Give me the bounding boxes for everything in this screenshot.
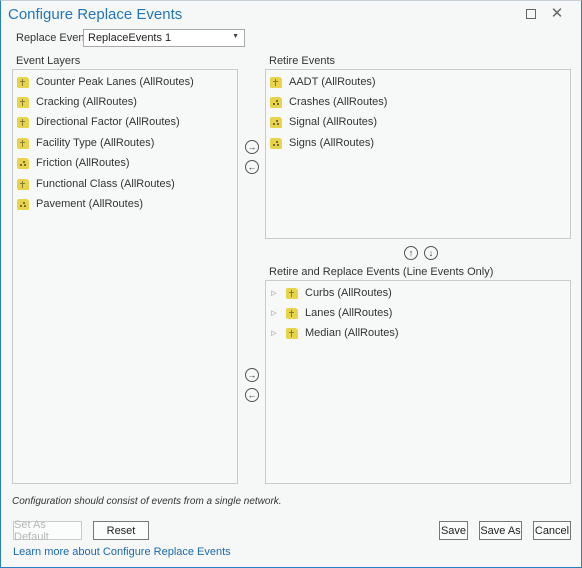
list-item-label: Lanes (AllRoutes) xyxy=(305,307,393,319)
list-item[interactable]: ▷ Curbs (AllRoutes) xyxy=(270,284,392,302)
list-item[interactable]: AADT (AllRoutes) xyxy=(270,73,376,91)
cancel-button[interactable]: Cancel xyxy=(533,521,571,540)
arrow-up-icon: ↑ xyxy=(408,247,414,258)
list-item[interactable]: Friction (AllRoutes) xyxy=(17,154,130,172)
list-item-label: Curbs (AllRoutes) xyxy=(305,287,392,299)
arrow-down-icon: ↓ xyxy=(428,247,434,258)
save-button[interactable]: Save xyxy=(439,521,468,540)
retire-replace-events-header: Retire and Replace Events (Line Events O… xyxy=(269,266,494,278)
list-item-label: Signal (AllRoutes) xyxy=(289,116,378,128)
reset-button[interactable]: Reset xyxy=(93,521,149,540)
list-item[interactable]: ▷ Lanes (AllRoutes) xyxy=(270,304,392,322)
replace-events-dropdown[interactable]: ReplaceEvents 1 ▼ xyxy=(83,29,245,47)
list-item-label: Facility Type (AllRoutes) xyxy=(36,137,155,149)
expand-triangle-icon[interactable]: ▷ xyxy=(270,309,278,317)
line-event-layer-icon xyxy=(17,137,29,149)
expand-triangle-icon[interactable]: ▷ xyxy=(270,289,278,297)
maximize-icon[interactable] xyxy=(523,6,539,22)
event-layers-list[interactable]: Counter Peak Lanes (AllRoutes) Cracking … xyxy=(12,69,238,484)
list-item[interactable]: Counter Peak Lanes (AllRoutes) xyxy=(17,73,194,91)
point-event-layer-icon xyxy=(270,137,282,149)
retire-events-list[interactable]: AADT (AllRoutes) Crashes (AllRoutes) Sig… xyxy=(265,69,571,239)
list-item[interactable]: Pavement (AllRoutes) xyxy=(17,195,143,213)
list-item[interactable]: Signs (AllRoutes) xyxy=(270,134,374,152)
replace-events-label: Replace Events xyxy=(16,32,94,44)
list-item-label: Directional Factor (AllRoutes) xyxy=(36,116,180,128)
remove-from-retire-button[interactable]: ← xyxy=(245,160,259,174)
dialog-title: Configure Replace Events xyxy=(8,6,183,23)
line-event-layer-icon xyxy=(286,327,298,339)
line-event-layer-icon xyxy=(286,307,298,319)
arrow-left-icon: ← xyxy=(247,389,257,400)
add-to-retire-button[interactable]: → xyxy=(245,140,259,154)
list-item-label: Crashes (AllRoutes) xyxy=(289,96,388,108)
list-item[interactable]: Directional Factor (AllRoutes) xyxy=(17,113,180,131)
expand-triangle-icon[interactable]: ▷ xyxy=(270,329,278,337)
configure-replace-events-dialog: Configure Replace Events ✕ Replace Event… xyxy=(0,0,582,568)
list-item-label: Signs (AllRoutes) xyxy=(289,137,374,149)
arrow-right-icon: → xyxy=(247,369,257,380)
configuration-note: Configuration should consist of events f… xyxy=(12,496,282,507)
list-item-label: Median (AllRoutes) xyxy=(305,327,399,339)
list-item-label: Friction (AllRoutes) xyxy=(36,157,130,169)
list-item-label: Counter Peak Lanes (AllRoutes) xyxy=(36,76,194,88)
list-item[interactable]: Functional Class (AllRoutes) xyxy=(17,175,175,193)
retire-replace-events-list[interactable]: ▷ Curbs (AllRoutes) ▷ Lanes (AllRoutes) … xyxy=(265,280,571,484)
list-item-label: Functional Class (AllRoutes) xyxy=(36,178,175,190)
line-event-layer-icon xyxy=(17,178,29,190)
event-layers-header: Event Layers xyxy=(16,55,81,67)
line-event-layer-icon xyxy=(17,96,29,108)
point-event-layer-icon xyxy=(17,198,29,210)
move-up-button[interactable]: ↑ xyxy=(404,246,418,260)
list-item-label: Pavement (AllRoutes) xyxy=(36,198,143,210)
replace-events-selected: ReplaceEvents 1 xyxy=(88,32,172,44)
remove-from-retire-replace-button[interactable]: ← xyxy=(245,388,259,402)
chevron-down-icon: ▼ xyxy=(232,33,239,40)
learn-more-link[interactable]: Learn more about Configure Replace Event… xyxy=(13,546,231,558)
list-item[interactable]: Signal (AllRoutes) xyxy=(270,113,377,131)
move-down-button[interactable]: ↓ xyxy=(424,246,438,260)
line-event-layer-icon xyxy=(17,76,29,88)
line-event-layer-icon xyxy=(17,116,29,128)
add-to-retire-replace-button[interactable]: → xyxy=(245,368,259,382)
arrow-right-icon: → xyxy=(247,141,257,152)
point-event-layer-icon xyxy=(17,157,29,169)
list-item[interactable]: ▷ Median (AllRoutes) xyxy=(270,324,399,342)
save-as-button[interactable]: Save As xyxy=(479,521,522,540)
arrow-left-icon: ← xyxy=(247,161,257,172)
line-event-layer-icon xyxy=(286,287,298,299)
line-event-layer-icon xyxy=(270,76,282,88)
list-item-label: Cracking (AllRoutes) xyxy=(36,96,137,108)
point-event-layer-icon xyxy=(270,96,282,108)
list-item[interactable]: Cracking (AllRoutes) xyxy=(17,93,137,111)
list-item[interactable]: Facility Type (AllRoutes) xyxy=(17,134,154,152)
retire-events-header: Retire Events xyxy=(269,55,336,67)
point-event-layer-icon xyxy=(270,116,282,128)
close-icon[interactable]: ✕ xyxy=(549,6,565,22)
set-as-default-button[interactable]: Set As Default xyxy=(13,519,82,543)
list-item-label: AADT (AllRoutes) xyxy=(289,76,376,88)
list-item[interactable]: Crashes (AllRoutes) xyxy=(270,93,387,111)
